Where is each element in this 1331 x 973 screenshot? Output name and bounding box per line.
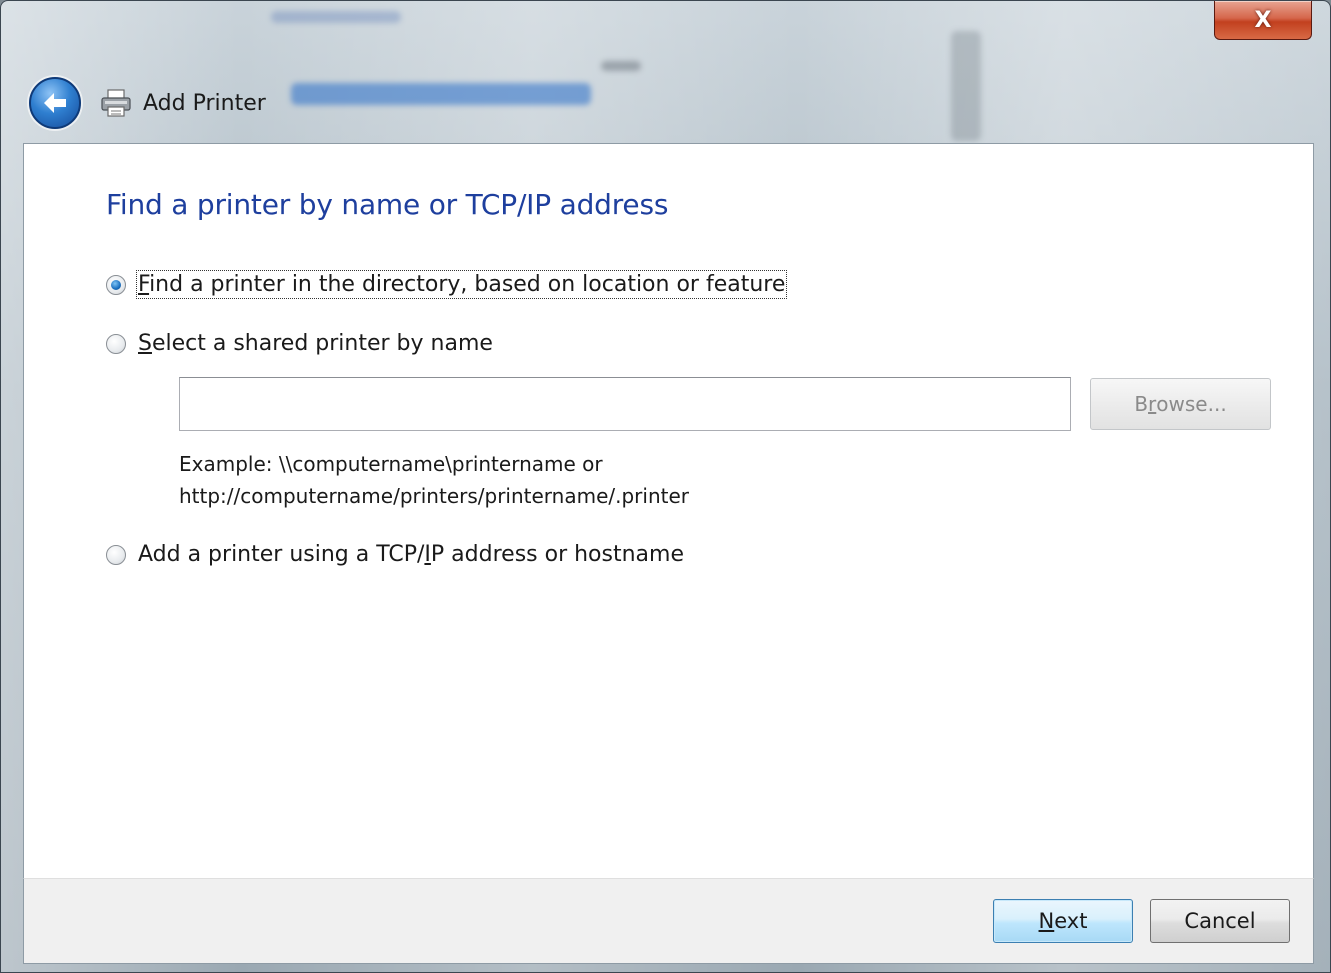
radio-tcp-ip-label: Add a printer using a TCP/IP address or …: [138, 542, 684, 567]
back-button[interactable]: [29, 77, 81, 129]
radio-selected-dot: [111, 279, 121, 290]
glass-background: [291, 83, 591, 105]
radio-button[interactable]: [106, 274, 126, 295]
radio-select-shared-printer[interactable]: Select a shared printer by name: [106, 331, 493, 356]
radio-find-in-directory-label: Find a printer in the directory, based o…: [135, 270, 788, 299]
radio-button[interactable]: [106, 333, 126, 354]
cancel-button[interactable]: Cancel: [1150, 899, 1290, 943]
glass-background: [601, 61, 641, 71]
radio-select-shared-printer-label: Select a shared printer by name: [138, 331, 493, 356]
shared-printer-name-input[interactable]: [179, 377, 1071, 431]
radio-find-in-directory[interactable]: Find a printer in the directory, based o…: [106, 270, 788, 299]
title-bar: Add Printer: [99, 85, 266, 121]
example-line-1: Example: \\computername\printername or: [179, 452, 603, 476]
glass-background: [271, 11, 401, 23]
back-arrow-icon: [44, 93, 66, 113]
browse-button[interactable]: Br owse...: [1090, 378, 1271, 430]
close-icon: X: [1254, 7, 1272, 33]
glass-background: [951, 31, 981, 141]
page-heading: Find a printer by name or TCP/IP address: [106, 188, 669, 221]
add-printer-window: X Add Printer Find a printer by name or …: [0, 0, 1331, 973]
example-text: Example: \\computername\printername or h…: [179, 448, 689, 512]
radio-button[interactable]: [106, 544, 126, 565]
close-button[interactable]: X: [1214, 1, 1312, 40]
example-line-2: http://computername/printers/printername…: [179, 484, 690, 508]
content-pane: Find a printer by name or TCP/IP address…: [23, 143, 1314, 878]
radio-tcp-ip[interactable]: Add a printer using a TCP/IP address or …: [106, 542, 684, 567]
window-title: Add Printer: [143, 90, 266, 116]
next-button[interactable]: Next: [993, 899, 1133, 943]
printer-icon: [101, 89, 131, 117]
footer-bar: Next Cancel: [23, 878, 1314, 964]
